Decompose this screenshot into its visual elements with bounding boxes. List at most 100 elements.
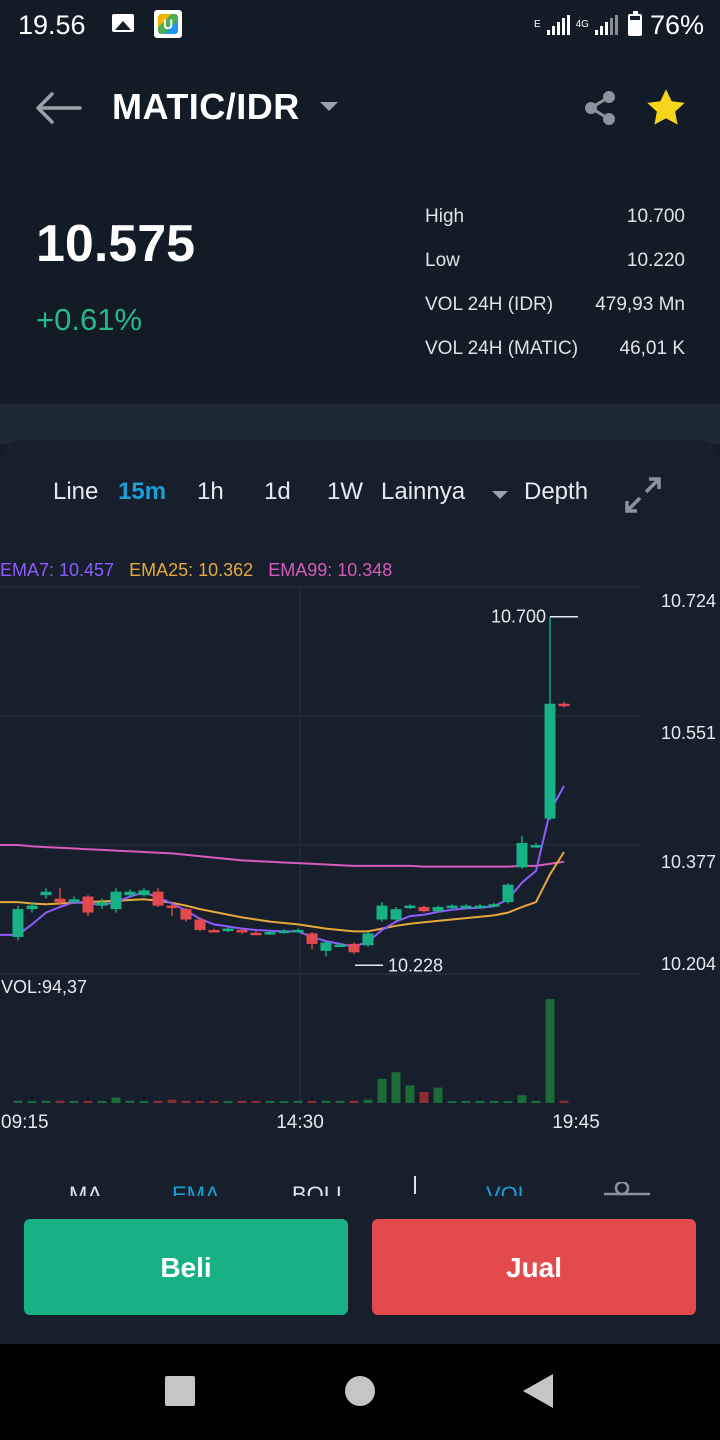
candle-body xyxy=(96,902,108,906)
high-marker-label: 10.700 xyxy=(491,607,546,627)
volume-bar xyxy=(97,1101,107,1103)
low-marker: 10.228 xyxy=(355,955,443,975)
tab-depth[interactable]: Depth xyxy=(524,478,588,506)
stat-value: 46,01 K xyxy=(619,338,686,359)
stat-label: Low xyxy=(425,250,460,271)
signal-icon xyxy=(546,15,570,35)
candle xyxy=(292,928,304,933)
candle xyxy=(502,883,514,904)
buy-button[interactable]: Beli xyxy=(24,1219,348,1315)
dropdown-caret-icon[interactable] xyxy=(492,491,508,499)
volume-bar xyxy=(153,1100,163,1103)
candle xyxy=(348,942,360,955)
candle xyxy=(446,904,458,910)
battery-level: 76% xyxy=(649,9,704,40)
candle-body xyxy=(124,891,136,896)
indicator-boll[interactable]: BOLL xyxy=(292,1182,348,1196)
dropdown-caret-icon[interactable] xyxy=(320,102,338,111)
volume-bar xyxy=(125,1100,135,1103)
y-tick-label: 10.551 xyxy=(661,723,716,743)
volume-bar xyxy=(181,1100,191,1103)
home-icon[interactable] xyxy=(345,1376,375,1406)
x-tick-label: 19:45 xyxy=(552,1112,600,1133)
tab-lainnya[interactable]: Lainnya xyxy=(381,478,465,506)
volume-bar xyxy=(461,1101,471,1103)
indicator-row: MA EMA BOLL VOL xyxy=(0,1176,720,1196)
volume-bar xyxy=(55,1100,65,1103)
sell-button[interactable]: Jual xyxy=(372,1219,696,1315)
tab-line[interactable]: Line xyxy=(53,478,98,506)
volume-bar xyxy=(223,1101,233,1103)
volume-bar xyxy=(419,1092,429,1103)
indicator-ma[interactable]: MA xyxy=(69,1182,102,1196)
candle xyxy=(180,907,192,922)
volume-bar xyxy=(83,1100,93,1103)
candle-body xyxy=(446,905,458,909)
volume-bar xyxy=(363,1099,373,1103)
tab-15m[interactable]: 15m xyxy=(118,478,166,506)
back-arrow-icon[interactable] xyxy=(34,90,82,126)
candle-body xyxy=(278,930,290,934)
ema25-label: EMA25: 10.362 xyxy=(129,560,254,580)
volume-bars xyxy=(13,999,569,1103)
candle-body xyxy=(460,905,472,909)
indicator-divider xyxy=(414,1176,416,1194)
candle xyxy=(306,932,318,950)
candle-body xyxy=(26,905,38,910)
stat-label: VOL 24H (MATIC) xyxy=(425,338,579,359)
indicator-vol[interactable]: VOL xyxy=(486,1182,530,1196)
expand-icon[interactable] xyxy=(624,476,662,514)
candle-body xyxy=(334,944,346,948)
candle xyxy=(208,928,220,933)
candle-body xyxy=(432,907,444,912)
candle-body xyxy=(250,932,262,936)
back-icon[interactable] xyxy=(523,1374,553,1408)
candle-body xyxy=(236,929,248,933)
stat-value: 10.220 xyxy=(626,250,685,271)
volume-bar xyxy=(405,1085,415,1103)
candle-body xyxy=(208,929,220,933)
candlestick-chart[interactable]: 10.700 10.228 10.724 10.551 10.377 10.20… xyxy=(0,585,720,1135)
volume-bar xyxy=(321,1100,331,1103)
share-icon[interactable] xyxy=(582,90,618,126)
candle xyxy=(12,905,24,941)
volume-bar xyxy=(293,1100,303,1103)
volume-bar xyxy=(489,1101,499,1103)
candle xyxy=(390,907,402,921)
candle-body xyxy=(362,933,374,946)
candle-body xyxy=(54,898,66,903)
star-icon[interactable] xyxy=(644,86,688,130)
candle-body xyxy=(488,904,500,907)
candle-body xyxy=(110,891,122,910)
status-indicators: E 4G 76% xyxy=(528,10,704,40)
volume-bar xyxy=(335,1100,345,1103)
candle-body xyxy=(320,942,332,951)
header: MATIC/IDR xyxy=(0,60,720,156)
network-type-4g: 4G xyxy=(575,19,589,30)
stat-low: Low 10.220 xyxy=(425,250,685,294)
candle xyxy=(362,932,374,947)
candle xyxy=(558,701,570,708)
app-icon: U xyxy=(154,10,182,38)
volume-label: VOL:94,37 xyxy=(1,977,87,997)
stat-high: High 10.700 xyxy=(425,206,685,250)
tab-1h[interactable]: 1h xyxy=(197,478,224,506)
candle xyxy=(516,835,528,869)
tab-1w[interactable]: 1W xyxy=(327,478,363,506)
tab-1d[interactable]: 1d xyxy=(264,478,291,506)
chart-tabs: Line 15m 1h 1d 1W Lainnya Depth xyxy=(0,478,720,514)
candle-body xyxy=(502,884,514,903)
indicator-ema[interactable]: EMA xyxy=(172,1182,220,1196)
candle-body xyxy=(12,909,24,937)
grid xyxy=(0,585,640,1105)
indicator-settings-icon[interactable] xyxy=(604,1182,650,1196)
y-tick-label: 10.204 xyxy=(661,954,716,974)
volume-bar xyxy=(41,1100,51,1103)
candle xyxy=(82,895,94,917)
ema-legend: EMA7: 10.457 EMA25: 10.362 EMA99: 10.348 xyxy=(0,560,402,581)
candle xyxy=(40,888,52,899)
pair-title[interactable]: MATIC/IDR xyxy=(112,86,300,128)
recent-apps-icon[interactable] xyxy=(165,1376,195,1406)
volume-bar xyxy=(139,1101,149,1103)
candle-body xyxy=(166,905,178,909)
